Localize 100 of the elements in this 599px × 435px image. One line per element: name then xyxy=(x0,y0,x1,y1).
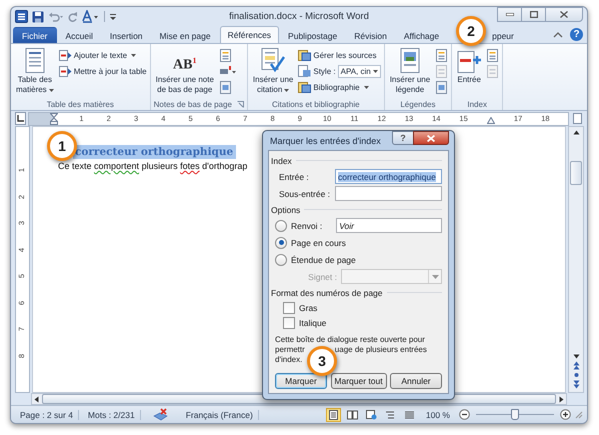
ribbon-large-button[interactable]: Entrée xyxy=(455,47,484,98)
document-icon[interactable] xyxy=(218,81,232,94)
close-icon xyxy=(560,11,568,18)
vertical-scrollbar[interactable] xyxy=(568,126,584,393)
indent-marker-icon[interactable] xyxy=(50,112,58,124)
web-page-icon xyxy=(366,410,377,420)
ribbon-large-button[interactable]: Insérer une citation xyxy=(250,47,296,98)
footnote-icon: AB$^{1}$ xyxy=(173,48,196,73)
ribbon-tab[interactable]: Insertion xyxy=(102,27,151,43)
input-field[interactable]: Voir xyxy=(336,218,442,233)
zoom-out-icon[interactable] xyxy=(459,409,470,420)
zoom-in-icon[interactable] xyxy=(560,409,571,420)
section-label: Index xyxy=(271,156,292,166)
section-label: Options xyxy=(271,204,300,214)
checkbox-label[interactable]: Gras xyxy=(299,302,318,312)
scroll-down-icon[interactable] xyxy=(572,354,580,359)
outline-icon xyxy=(384,410,396,420)
dialog-button[interactable]: Annuler xyxy=(390,373,442,389)
dialog-launcher-icon[interactable] xyxy=(236,100,244,108)
ribbon-tab[interactable]: Révision xyxy=(346,27,395,43)
text-style-icon[interactable] xyxy=(82,10,100,23)
scroll-right-icon[interactable] xyxy=(559,396,564,402)
window-title: finalisation.docx - Microsoft Word xyxy=(229,11,369,22)
close-button[interactable] xyxy=(545,7,583,22)
input-field[interactable]: correcteur orthographique xyxy=(335,169,442,184)
close-button[interactable] xyxy=(413,131,449,145)
group-label: Notes de bas de page xyxy=(154,100,232,108)
browse-object-icon[interactable] xyxy=(572,361,580,389)
ribbon-tab[interactable]: Accueil xyxy=(58,27,101,43)
document-icon[interactable] xyxy=(218,49,232,62)
ribbon-tab[interactable]: ppeur xyxy=(484,27,522,43)
resize-grip-icon[interactable] xyxy=(575,410,583,418)
checkbox[interactable] xyxy=(283,302,295,314)
step-callout: 2 xyxy=(456,16,486,46)
input-field[interactable] xyxy=(335,186,442,201)
minimize-ribbon-icon[interactable] xyxy=(553,31,563,39)
radio-label[interactable]: Renvoi : xyxy=(291,220,322,230)
ribbon-tab[interactable]: Publipostage xyxy=(280,27,346,43)
customize-menu-icon[interactable] xyxy=(109,12,117,22)
tab-selector[interactable] xyxy=(15,112,26,125)
dialog-button[interactable]: Marquer xyxy=(275,373,327,389)
caret-icon xyxy=(432,274,438,278)
minimize-button[interactable] xyxy=(497,7,522,22)
tab-stop-icon xyxy=(16,115,24,122)
document-icon[interactable] xyxy=(435,49,448,62)
dialog-note: permettr xyxy=(275,345,305,355)
scroll-left-icon[interactable] xyxy=(34,396,39,402)
maximize-button[interactable] xyxy=(521,7,546,22)
scroll-up-icon[interactable] xyxy=(572,130,580,135)
style-dropdown[interactable]: APA, cin xyxy=(338,64,381,78)
radio-label[interactable]: Page en cours xyxy=(291,238,346,248)
view-button[interactable] xyxy=(326,408,341,422)
group-label: Index xyxy=(467,100,487,108)
ribbon-small-button[interactable]: Bibliographie xyxy=(298,80,381,94)
proofing-icon[interactable] xyxy=(152,408,169,421)
right-indent-marker-icon[interactable] xyxy=(486,117,495,124)
file-tab[interactable]: Fichier xyxy=(13,27,57,43)
checkbox-label[interactable]: Italique xyxy=(299,318,326,328)
help-button[interactable]: ? xyxy=(392,131,414,145)
group-label: Légendes xyxy=(400,100,436,108)
ribbon-small-button[interactable]: Mettre à jour la table xyxy=(58,64,147,78)
ribbon-large-button[interactable]: AB$^{1}$ Insérer une note de bas de page xyxy=(154,47,216,98)
document-icon[interactable] xyxy=(435,81,448,94)
radio-button[interactable] xyxy=(275,236,287,248)
dialog-button[interactable]: Marquer tout xyxy=(330,373,386,389)
view-button[interactable] xyxy=(364,408,379,422)
view-ruler-button[interactable] xyxy=(572,113,582,124)
word-count[interactable]: Mots : 2/231 xyxy=(82,410,141,420)
ribbon-small-button[interactable]: Ajouter le texte xyxy=(58,48,147,62)
word-logo-icon[interactable] xyxy=(15,10,28,23)
scroll-thumb[interactable] xyxy=(570,161,582,185)
style-label: Style : xyxy=(313,66,336,76)
view-button[interactable] xyxy=(344,408,360,422)
ribbon-small-button[interactable]: Gérer les sources xyxy=(298,48,381,62)
ribbon-tab[interactable]: Mise en page xyxy=(152,27,219,43)
radio-label[interactable]: Étendue de page xyxy=(291,254,356,264)
dialog-note: Cette boîte de dialogue reste ouverte pour xyxy=(275,335,425,345)
ribbon-large-button[interactable]: Insérer une légende xyxy=(388,47,432,98)
zoom-level[interactable]: 100 % xyxy=(420,410,455,420)
group-label: Table des matières xyxy=(46,100,114,108)
field-label: Sous-entrée : xyxy=(279,188,332,198)
field-label: Entrée : xyxy=(279,172,310,182)
redo-icon[interactable] xyxy=(68,10,78,22)
radio-button[interactable] xyxy=(275,254,287,266)
language-indicator[interactable]: Français (France) xyxy=(180,410,259,420)
picture-document-icon xyxy=(400,48,420,73)
ribbon-tab[interactable]: Références xyxy=(220,26,280,43)
checkbox[interactable] xyxy=(283,316,295,328)
document-icon[interactable] xyxy=(486,49,500,62)
ribbon-large-button[interactable]: Table des matières xyxy=(14,47,56,98)
help-button[interactable]: ? xyxy=(570,28,583,41)
ribbon-tab[interactable]: Affichage xyxy=(396,27,448,43)
radio-button[interactable] xyxy=(275,220,287,232)
save-icon[interactable] xyxy=(32,10,44,22)
document-arrow-icon xyxy=(58,50,72,60)
close-icon xyxy=(427,134,435,142)
minimize-icon xyxy=(506,13,514,16)
document-arrow-icon xyxy=(58,66,72,76)
page-count[interactable]: Page : 2 sur 4 xyxy=(15,410,79,420)
lines-icon xyxy=(404,410,415,420)
